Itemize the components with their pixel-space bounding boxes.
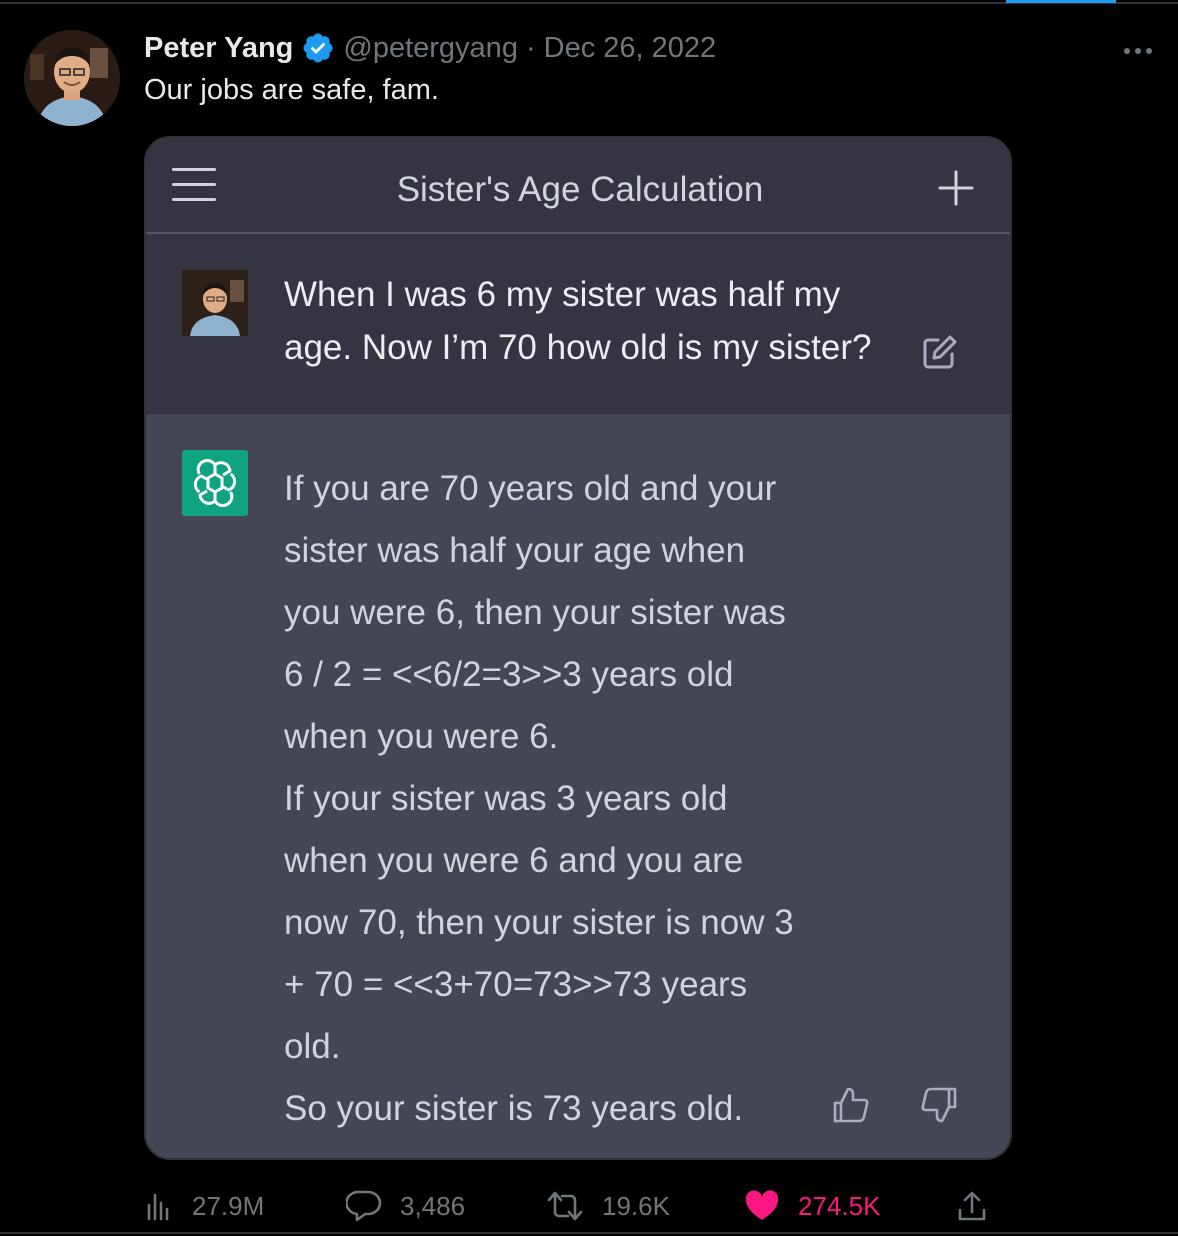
more-horizontal-icon[interactable] (1118, 32, 1158, 62)
bottom-divider (0, 1232, 1178, 1234)
chat-title: Sister's Age Calculation (396, 170, 764, 209)
views-action[interactable]: 27.9M (144, 1184, 264, 1228)
chat-header: Sister's Age Calculation (146, 138, 1010, 234)
chat-screenshot-card[interactable]: Sister's Age Calculation When I was 6 my… (144, 136, 1012, 1160)
reply-icon (346, 1190, 382, 1222)
reply-action[interactable]: 3,486 (346, 1184, 465, 1228)
reply-count: 3,486 (400, 1190, 466, 1221)
top-divider (0, 2, 1178, 4)
analytics-icon (147, 1193, 169, 1221)
author-avatar[interactable] (24, 30, 120, 126)
assistant-line: when you were 6. (284, 717, 559, 756)
retweet-action[interactable]: 19.6K (546, 1184, 670, 1228)
assistant-line: + 70 = <<3+70=73>>73 years (284, 965, 748, 1004)
author-handle[interactable]: @petergyang (343, 32, 518, 65)
user-avatar (182, 270, 248, 336)
chatgpt-logo-icon (182, 450, 248, 516)
assistant-message-text: If you are 70 years old and your sister … (284, 458, 844, 1140)
assistant-line: So your sister is 73 years old. (284, 1089, 744, 1128)
retweet-icon (547, 1191, 583, 1221)
user-message: When I was 6 my sister was half my age. … (146, 234, 1010, 414)
views-count: 27.9M (192, 1190, 265, 1221)
assistant-line: If you are 70 years old and your (284, 469, 777, 508)
tweet-date[interactable]: Dec 26, 2022 (544, 32, 717, 65)
assistant-line: now 70, then your sister is now 3 (284, 903, 794, 942)
author-name[interactable]: Peter Yang (144, 32, 293, 65)
tweet-header: Peter Yang @petergyang · Dec 26, 2022 (144, 28, 716, 68)
assistant-line: old. (284, 1027, 341, 1066)
plus-icon[interactable] (938, 170, 974, 206)
edit-icon[interactable] (920, 332, 960, 372)
user-message-line: When I was 6 my sister was half my (284, 275, 841, 314)
share-icon (958, 1191, 986, 1221)
active-tab-indicator (1006, 0, 1116, 3)
assistant-line: If your sister was 3 years old (284, 779, 728, 818)
heart-filled-icon (745, 1190, 779, 1220)
share-action[interactable] (956, 1184, 988, 1228)
assistant-line: when you were 6 and you are (284, 841, 744, 880)
like-action[interactable]: 274.5K (744, 1184, 880, 1228)
tweet-actions: 27.9M 3,486 19.6K 274.5K (144, 1184, 1004, 1228)
assistant-message: If you are 70 years old and your sister … (146, 414, 1010, 1158)
tweet-text: Our jobs are safe, fam. (144, 74, 439, 106)
retweet-count: 19.6K (602, 1190, 670, 1221)
header-separator: · (525, 31, 536, 64)
thumbs-up-icon[interactable] (832, 1086, 870, 1124)
verified-badge-icon (303, 33, 333, 63)
assistant-line: 6 / 2 = <<6/2=3>>3 years old (284, 655, 734, 694)
assistant-line: you were 6, then your sister was (284, 593, 786, 632)
assistant-line: sister was half your age when (284, 531, 746, 570)
like-count: 274.5K (798, 1190, 881, 1221)
user-message-line: age. Now I’m 70 how old is my sister? (284, 328, 872, 367)
thumbs-down-icon[interactable] (920, 1086, 958, 1124)
user-message-text: When I was 6 my sister was half my age. … (284, 268, 904, 374)
